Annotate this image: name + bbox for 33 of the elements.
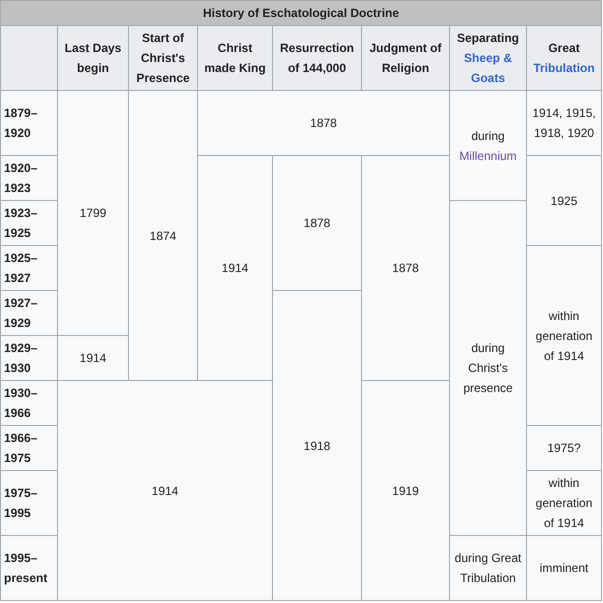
column-header: Judgment of Religion bbox=[362, 26, 450, 90]
column-header: Last Days begin bbox=[58, 26, 128, 90]
row-header: 1966–1975 bbox=[0, 426, 58, 470]
table-cell: within generation of 1914 bbox=[526, 470, 602, 536]
row-header: 1920–1923 bbox=[0, 156, 58, 200]
column-header: Resurrection of 144,000 bbox=[272, 26, 362, 90]
table-cell: 1878 bbox=[198, 90, 450, 156]
row-header: 1925–1927 bbox=[0, 246, 58, 290]
row-header: 1975–1995 bbox=[0, 470, 58, 536]
column-header: Christ made King bbox=[198, 26, 272, 90]
link[interactable]: Sheep & Goats bbox=[453, 48, 523, 88]
table-cell: 1874 bbox=[128, 90, 198, 380]
table-title: History of Eschatological Doctrine bbox=[0, 0, 602, 26]
table-cell: during Millennium bbox=[450, 90, 526, 200]
table-cell: 1975? bbox=[526, 426, 602, 470]
table-cell: imminent bbox=[526, 536, 602, 600]
row-header: 1995–present bbox=[0, 536, 58, 600]
table-cell: 1914, 1915, 1918, 1920 bbox=[526, 90, 602, 156]
row-header: 1930–1966 bbox=[0, 380, 58, 426]
link[interactable]: Tribulation bbox=[533, 58, 595, 78]
row-header: 1929–1930 bbox=[0, 336, 58, 380]
row-header: 1927–1929 bbox=[0, 290, 58, 336]
table-cell: 1878 bbox=[272, 156, 362, 290]
row-header: 1879–1920 bbox=[0, 90, 58, 156]
link[interactable]: Millennium bbox=[459, 146, 517, 166]
column-header: Start of Christ's Presence bbox=[128, 26, 198, 90]
table-cell: 1914 bbox=[198, 156, 272, 380]
column-header: Great Tribulation bbox=[526, 26, 602, 90]
row-header: 1923–1925 bbox=[0, 200, 58, 246]
column-header: Separating Sheep & Goats bbox=[450, 26, 526, 90]
table-cell: within generation of 1914 bbox=[526, 246, 602, 426]
table-cell: 1925 bbox=[526, 156, 602, 246]
table-cell: during Great Tribulation bbox=[450, 536, 526, 600]
